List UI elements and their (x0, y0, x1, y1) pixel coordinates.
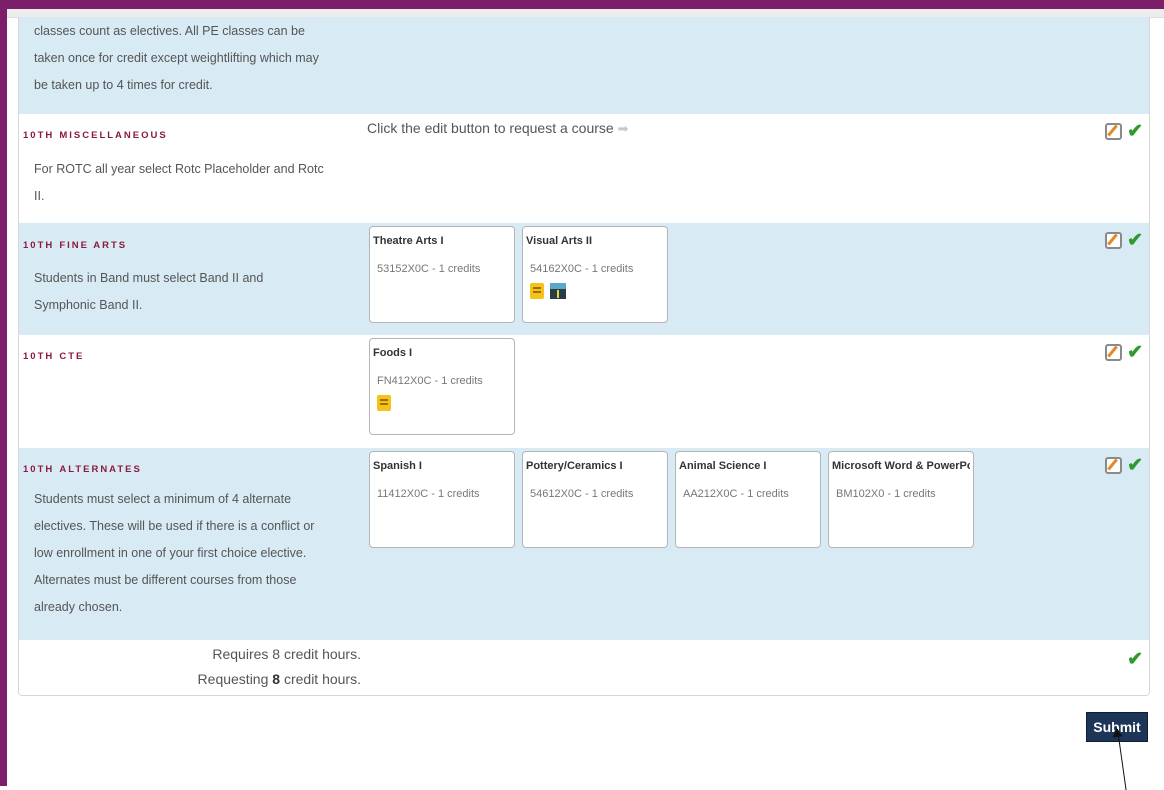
row-actions: ✔ (1105, 122, 1143, 141)
category-row-miscellaneous: 10TH Miscellaneous For ROTC all year sel… (19, 114, 1149, 223)
checkmark-icon: ✔ (1127, 455, 1143, 476)
description-line: low enrollment in one of your first choi… (34, 546, 307, 560)
requesting-label: Requesting (197, 671, 269, 687)
note-icon[interactable] (377, 395, 391, 411)
requested-credits-text: Requesting 8 credit hours. (198, 671, 361, 687)
category-name: Alternates (59, 464, 142, 475)
category-description: Students in Band must select Band II and… (34, 265, 354, 319)
checkmark-icon: ✔ (1127, 649, 1143, 670)
category-description: For ROTC all year select Rotc Placeholde… (34, 156, 354, 210)
checkmark-icon: ✔ (1127, 121, 1143, 142)
course-card[interactable]: Animal Science I AA212X0C - 1 credits (675, 451, 821, 548)
credit-summary-row: Requires 8 credit hours. Requesting 8 cr… (19, 640, 1149, 695)
course-code: FN412X0C - 1 credits (377, 375, 483, 387)
course-name: Visual Arts II (526, 235, 593, 247)
row-actions: ✔ (1105, 343, 1143, 362)
category-row-alternates: 10TH Alternates Students must select a m… (19, 448, 1149, 640)
requesting-unit: credit hours. (283, 671, 361, 687)
category-row-fine-arts: 10TH Fine Arts Students in Band must sel… (19, 223, 1149, 335)
course-name: Theatre Arts I (373, 235, 444, 247)
category-name: Fine Arts (59, 240, 128, 251)
requesting-value: 8 (272, 671, 281, 687)
checkmark-icon: ✔ (1127, 342, 1143, 363)
category-name: CTE (59, 351, 85, 362)
window-frame-left (0, 0, 7, 786)
course-name: Animal Science I (679, 460, 767, 472)
row-actions: ✔ (1105, 456, 1143, 475)
course-card[interactable]: Theatre Arts I 53152X0C - 1 credits (369, 226, 515, 323)
course-name: Microsoft Word & PowerPo (832, 460, 970, 472)
grade-prefix: 10TH (23, 351, 55, 362)
course-card[interactable]: Microsoft Word & PowerPo BM102X0 - 1 cre… (828, 451, 974, 548)
grade-prefix: 10TH (23, 240, 55, 251)
annotation-arrow-head (1111, 727, 1123, 738)
edit-pencil-icon[interactable] (1105, 123, 1123, 140)
category-row-cte: 10TH CTE Foods I FN412X0C - 1 credits ✔ (19, 335, 1149, 448)
description-line: taken once for credit except weightlifti… (34, 51, 319, 65)
category-title: 10TH Alternates (23, 460, 142, 475)
arrow-right-icon: ➡ (617, 121, 629, 136)
category-description: Students must select a minimum of 4 alte… (34, 486, 354, 621)
grade-prefix: 10TH (23, 464, 55, 475)
category-title: 10TH Fine Arts (23, 236, 127, 251)
road-image-icon[interactable] (550, 283, 566, 299)
category-name: Miscellaneous (59, 130, 168, 141)
course-code: 54612X0C - 1 credits (530, 488, 634, 500)
edit-pencil-icon[interactable] (1105, 232, 1123, 249)
course-name: Pottery/Ceramics I (526, 460, 623, 472)
row-actions: ✔ (1105, 231, 1143, 250)
course-name: Foods I (373, 347, 413, 359)
description-line: already chosen. (34, 600, 123, 614)
hint-text: Click the edit button to request a cours… (367, 120, 614, 136)
course-card[interactable]: Foods I FN412X0C - 1 credits (369, 338, 515, 435)
summary-status: ✔ (1127, 650, 1143, 669)
category-title: 10TH CTE (23, 347, 84, 362)
course-code: 54162X0C - 1 credits (530, 263, 634, 275)
description-line: Alternates must be different courses fro… (34, 573, 297, 587)
course-card[interactable]: Pottery/Ceramics I 54612X0C - 1 credits (522, 451, 668, 548)
request-hint: Click the edit button to request a cours… (367, 120, 629, 137)
description-line: Students must select a minimum of 4 alte… (34, 492, 292, 506)
course-code: BM102X0 - 1 credits (836, 488, 936, 500)
course-code: 53152X0C - 1 credits (377, 263, 481, 275)
course-code: 11412X0C - 1 credits (377, 488, 480, 500)
edit-pencil-icon[interactable] (1105, 457, 1123, 474)
description-line: electives. These will be used if there i… (34, 519, 315, 533)
checkmark-icon: ✔ (1127, 230, 1143, 251)
description-line: Students in Band must select Band II and (34, 271, 264, 285)
required-credits-text: Requires 8 credit hours. (212, 646, 361, 662)
grade-prefix: 10TH (23, 130, 55, 141)
note-icon[interactable] (530, 283, 544, 299)
course-name: Spanish I (373, 460, 422, 472)
category-row-pe: classes count as electives. All PE class… (19, 17, 1149, 114)
window-frame-top (0, 0, 1164, 9)
description-line: classes count as electives. All PE class… (34, 24, 305, 38)
course-request-table: classes count as electives. All PE class… (18, 17, 1150, 696)
description-line: be taken up to 4 times for credit. (34, 78, 213, 92)
course-code: AA212X0C - 1 credits (683, 488, 789, 500)
description-line: Symphonic Band II. (34, 298, 143, 312)
category-title: 10TH Miscellaneous (23, 126, 168, 141)
edit-pencil-icon[interactable] (1105, 344, 1123, 361)
category-description: classes count as electives. All PE class… (34, 18, 354, 99)
description-line: For ROTC all year select Rotc Placeholde… (34, 162, 324, 176)
description-line: II. (34, 189, 45, 203)
course-card[interactable]: Visual Arts II 54162X0C - 1 credits (522, 226, 668, 323)
course-card[interactable]: Spanish I 11412X0C - 1 credits (369, 451, 515, 548)
